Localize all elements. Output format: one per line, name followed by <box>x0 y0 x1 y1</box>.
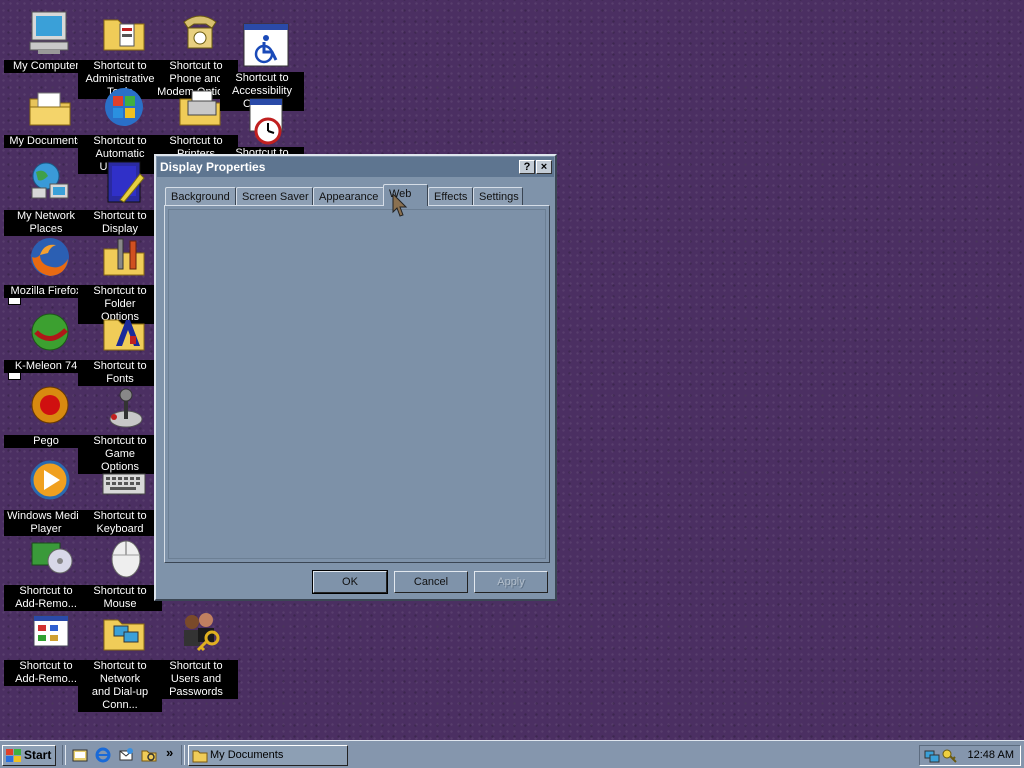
accessibility-icon <box>243 23 289 67</box>
desktop-icon-network-dialup[interactable]: Shortcut to Network and Dial-up Conn... <box>78 608 162 712</box>
telephone-icon <box>183 15 217 49</box>
show-desktop-icon[interactable] <box>72 747 88 763</box>
display-properties-dialog: Display Properties ? × Background Screen… <box>154 154 557 601</box>
desktop-icon-add-remove-1[interactable]: Shortcut to Add-Remo... <box>4 533 88 611</box>
desktop-icon-my-documents[interactable]: My Documents <box>4 83 88 155</box>
outlook-express-icon[interactable] <box>118 747 134 763</box>
web-tab-panel <box>164 205 550 563</box>
desktop-icon-phone-modem[interactable]: Shortcut to Phone and Modem Options <box>154 8 238 99</box>
taskbar: Start » My Documents 12:48 AM <box>0 740 1024 768</box>
desktop-icon-accessibility-options[interactable]: Shortcut to Accessibility Options <box>220 20 304 111</box>
icon-label: My Documents <box>4 135 88 148</box>
taskbar-separator <box>62 745 66 765</box>
desktop-icon-mozilla-firefox[interactable]: Mozilla Firefox <box>4 233 88 305</box>
icon-label: Pego <box>4 435 88 448</box>
internet-explorer-icon[interactable] <box>95 747 111 763</box>
k-meleon-icon <box>31 313 69 351</box>
tab-appearance[interactable]: Appearance <box>313 187 384 205</box>
help-icon: ? <box>523 161 531 173</box>
ok-button[interactable]: OK <box>312 570 388 594</box>
icon-label: K-Meleon 74 <box>4 360 88 373</box>
windows-flag-icon <box>6 749 21 762</box>
cancel-button[interactable]: Cancel <box>394 571 468 593</box>
desktop-icon-k-meleon[interactable]: K-Meleon 74 <box>4 308 88 380</box>
network-globe-icon <box>31 162 69 199</box>
desktop-icon-users-passwords[interactable]: Shortcut to Users and Passwords <box>154 608 238 699</box>
tab-background[interactable]: Background <box>165 187 236 205</box>
taskbar-button-my-documents[interactable]: My Documents <box>188 745 348 766</box>
media-player-icon <box>30 460 70 500</box>
button-label: OK <box>342 576 358 588</box>
desktop-icon-windows-media-player[interactable]: Windows Media Player <box>4 458 88 536</box>
desktop-icon-display[interactable]: Shortcut to Display <box>78 158 162 236</box>
printers-folder-icon <box>179 90 221 126</box>
tab-label: Screen Saver <box>242 191 309 203</box>
icon-label: Shortcut to Network and Dial-up Conn... <box>78 660 162 712</box>
clock[interactable]: 12:48 AM <box>968 746 1014 765</box>
folder-options-icon <box>103 238 145 276</box>
mouse-icon <box>111 540 141 578</box>
icon-label: Mozilla Firefox <box>4 285 88 298</box>
icon-label: Shortcut to Add-Remo... <box>4 660 88 686</box>
apply-button[interactable]: Apply <box>474 571 548 593</box>
desktop-icon-fonts[interactable]: Shortcut to Fonts <box>78 308 162 386</box>
joystick-icon <box>109 388 143 428</box>
display-icon <box>107 161 145 203</box>
tab-label: Effects <box>434 191 468 203</box>
system-tray: 12:48 AM <box>919 745 1021 766</box>
close-button[interactable]: × <box>536 160 552 174</box>
folder-icon <box>192 750 208 763</box>
tab-settings[interactable]: Settings <box>473 187 523 205</box>
admin-tools-folder-icon <box>103 19 145 51</box>
quicklaunch-chevron-icon[interactable]: » <box>166 745 173 760</box>
start-label: Start <box>24 748 52 762</box>
tab-screen-saver[interactable]: Screen Saver <box>236 187 313 205</box>
desktop-icon-mouse[interactable]: Shortcut to Mouse <box>78 533 162 611</box>
users-key-icon <box>184 613 220 652</box>
mouse-pointer-icon <box>392 193 408 217</box>
desktop-icon-automatic-updates[interactable]: Shortcut to Automatic Updates <box>78 83 162 174</box>
dialog-titlebar[interactable]: Display Properties ? × <box>157 157 554 177</box>
desktop-icon-game-options[interactable]: Shortcut to Game Options <box>78 383 162 474</box>
folder-documents-icon <box>29 92 71 126</box>
keyboard-icon <box>102 473 146 495</box>
calendar-clock-icon <box>249 98 283 145</box>
add-remove-components-icon <box>33 615 69 647</box>
windows-explorer-icon[interactable] <box>141 747 157 763</box>
button-label: Apply <box>497 576 525 588</box>
tab-label: Settings <box>479 191 519 203</box>
web-tab-content-area <box>168 209 546 559</box>
desktop-icon-add-remove-2[interactable]: Shortcut to Add-Remo... <box>4 608 88 686</box>
firefox-icon <box>31 238 69 276</box>
tab-label: Background <box>171 191 230 203</box>
computer-icon <box>29 11 69 54</box>
network-connections-folder-icon <box>103 619 145 651</box>
dialog-title: Display Properties <box>160 160 266 174</box>
tab-effects[interactable]: Effects <box>428 187 473 205</box>
windows-update-icon <box>105 88 143 126</box>
help-button[interactable]: ? <box>519 160 535 174</box>
desktop-icon-folder-options[interactable]: Shortcut to Folder Options <box>78 233 162 324</box>
add-remove-programs-icon <box>31 542 73 574</box>
icon-label: My Computer <box>4 60 88 73</box>
desktop-icon-administrative-tools[interactable]: Shortcut to Administrative Tools <box>78 8 162 99</box>
desktop-icon-keyboard[interactable]: Shortcut to Keyboard <box>78 458 162 536</box>
desktop-icon-pego[interactable]: Pego <box>4 383 88 455</box>
close-icon: × <box>540 161 548 173</box>
tab-label: Appearance <box>319 191 379 203</box>
pego-icon <box>31 386 69 424</box>
scheduler-key-icon[interactable] <box>942 748 958 764</box>
start-button[interactable]: Start <box>2 745 56 766</box>
taskbar-separator <box>181 745 185 765</box>
icon-label: Shortcut to Users and Passwords <box>154 660 238 699</box>
desktop-icon-my-network-places[interactable]: My Network Places <box>4 158 88 236</box>
button-label: Cancel <box>413 576 449 588</box>
taskbar-button-label: My Documents <box>210 749 284 761</box>
desktop-icon-my-computer[interactable]: My Computer <box>4 8 88 80</box>
fonts-folder-icon <box>103 319 145 351</box>
network-status-icon[interactable] <box>924 748 940 764</box>
